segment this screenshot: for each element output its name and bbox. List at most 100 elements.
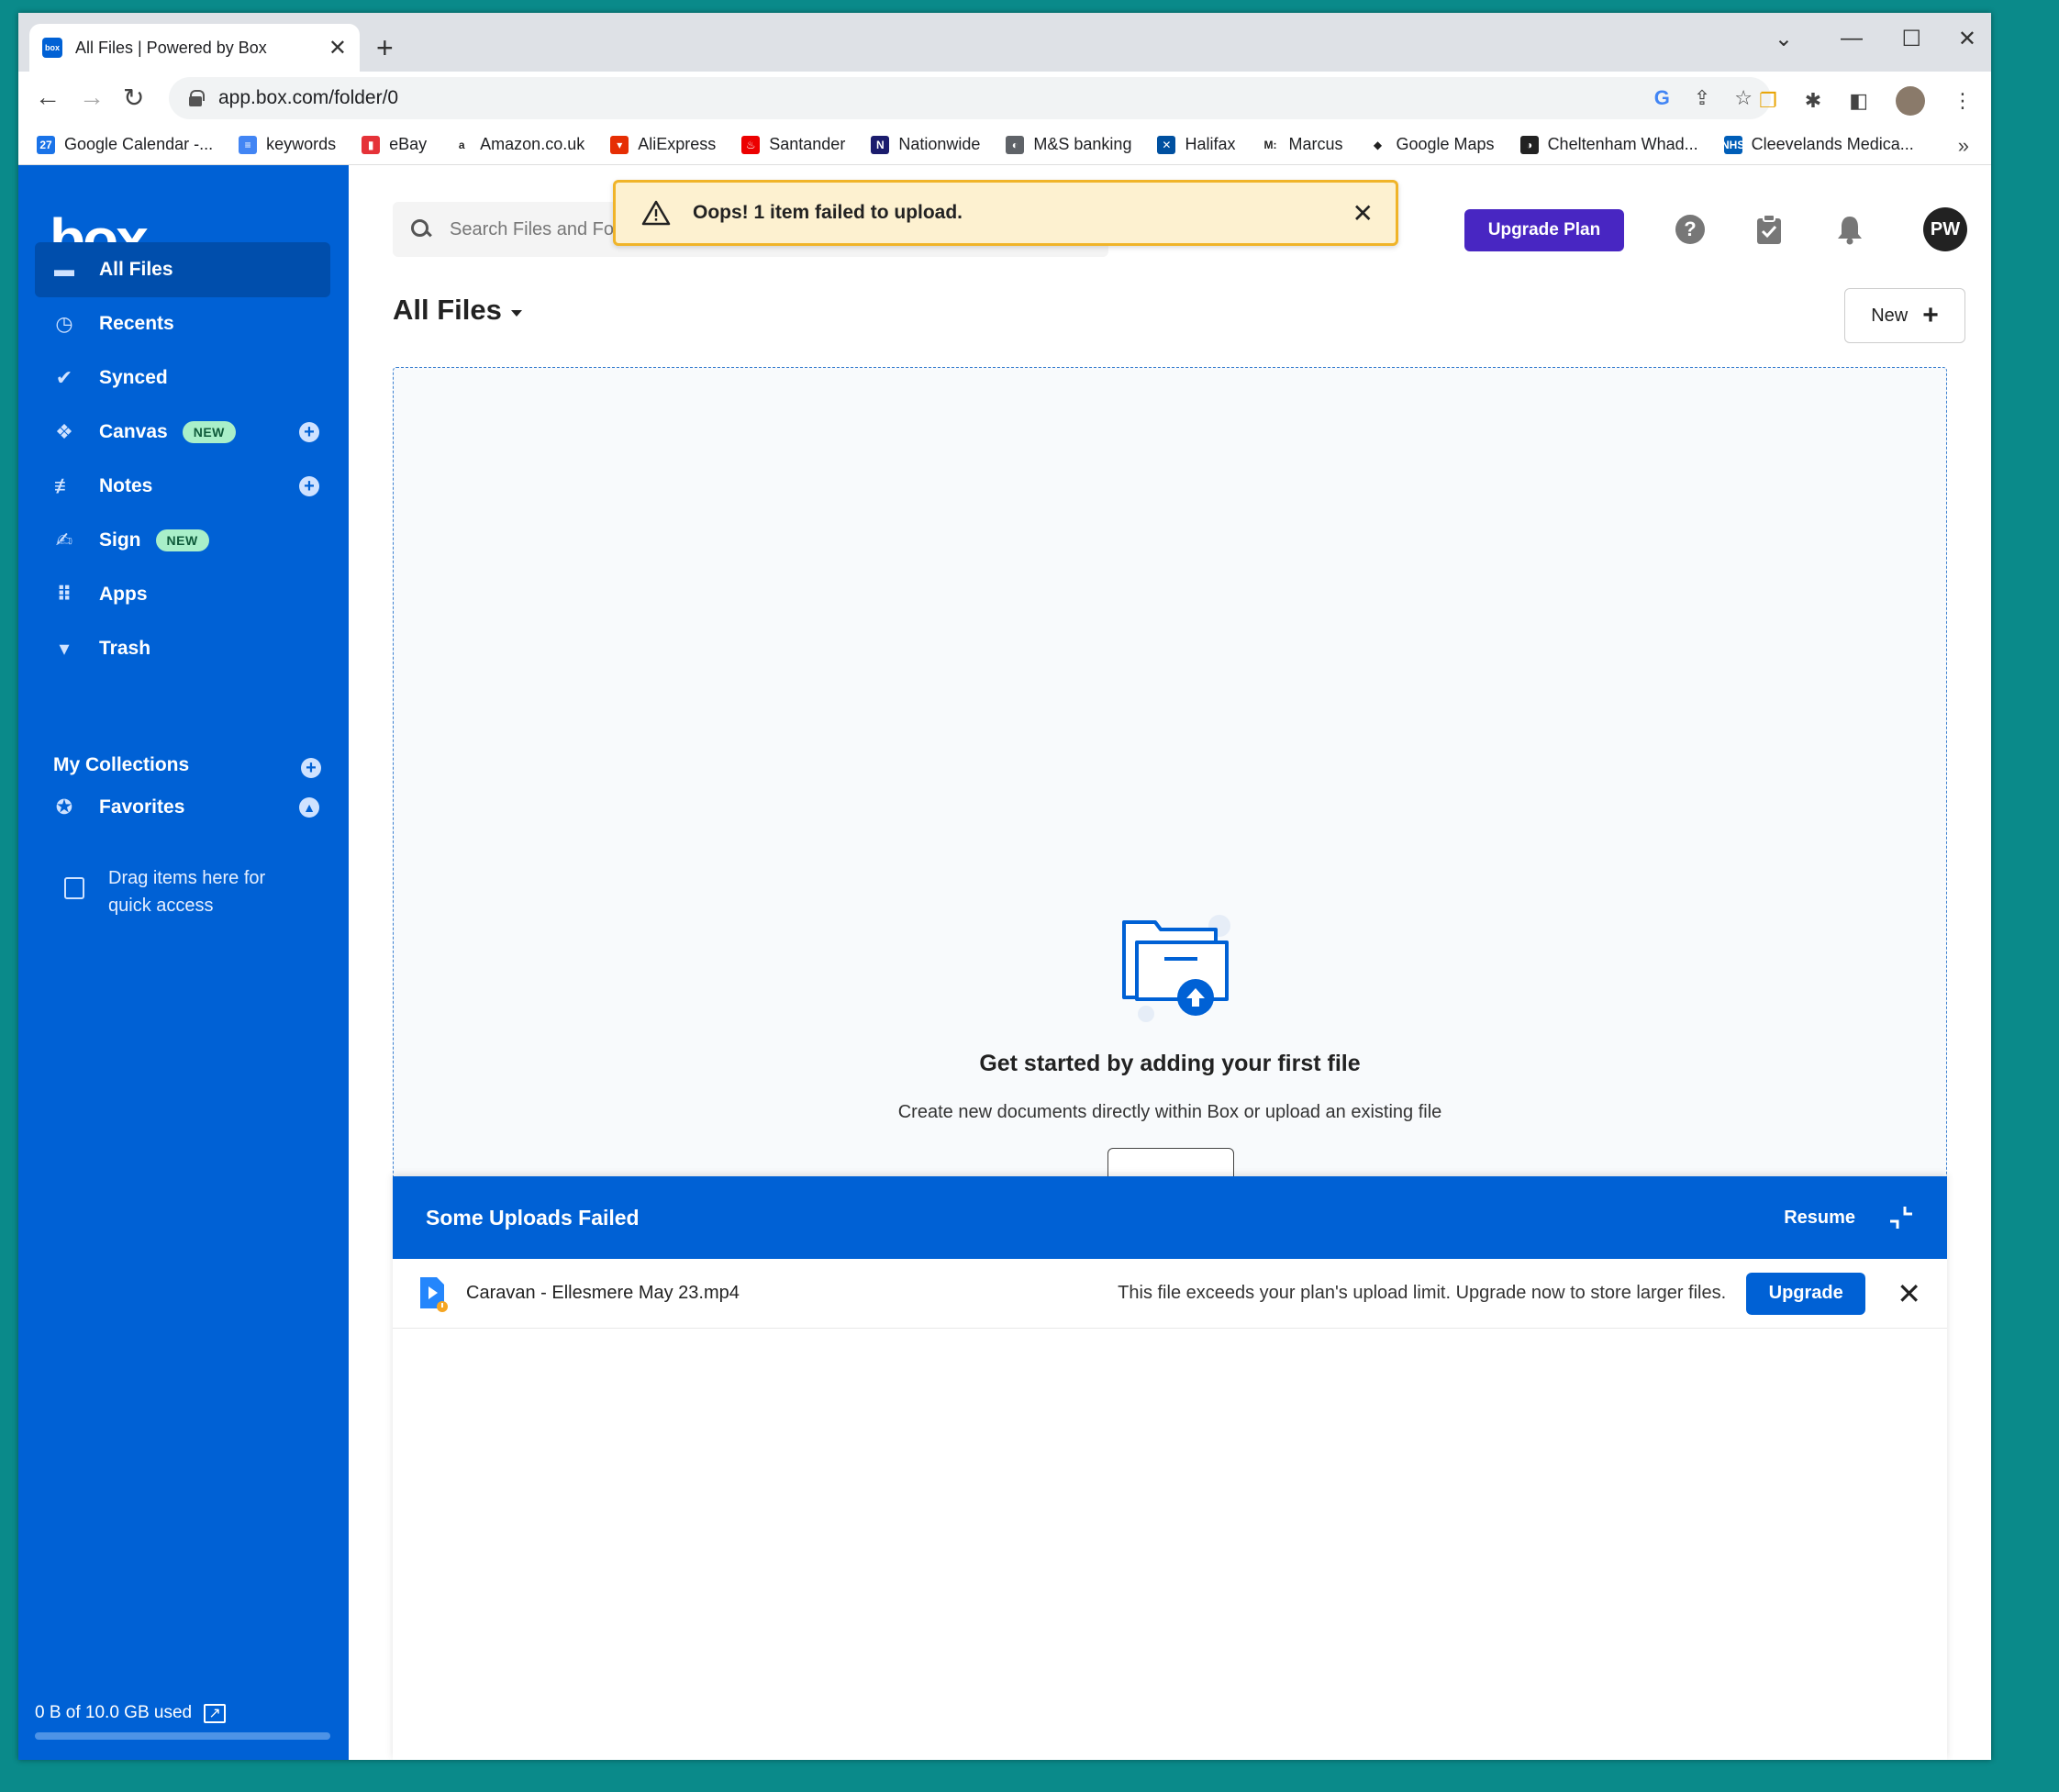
sidebar-item-label: Canvas bbox=[99, 421, 168, 442]
minimize-panel-icon[interactable] bbox=[1888, 1205, 1914, 1230]
profile-avatar[interactable] bbox=[1896, 86, 1925, 116]
add-canvas-icon[interactable]: + bbox=[299, 422, 319, 442]
collapse-chevron-icon[interactable]: ▲ bbox=[299, 797, 319, 818]
bookmark-label: Google Maps bbox=[1396, 135, 1495, 153]
sidebar-item-recents[interactable]: ◷ Recents bbox=[35, 296, 330, 351]
bookmark-item[interactable]: a Amazon.co.uk bbox=[452, 135, 584, 154]
reload-icon[interactable]: ↻ bbox=[123, 83, 144, 113]
user-avatar[interactable]: PW bbox=[1923, 207, 1967, 251]
sidebar-item-notes[interactable]: ≢ Notes + bbox=[35, 459, 330, 514]
sidebar-item-canvas[interactable]: ❖ Canvas NEW + bbox=[35, 405, 330, 460]
sidebar-item-apps[interactable]: ⠿ Apps bbox=[35, 567, 330, 622]
notes-icon: ≢ bbox=[54, 474, 74, 497]
nhs-icon: NHS bbox=[1721, 135, 1744, 154]
page-title-text: All Files bbox=[393, 294, 502, 326]
share-icon[interactable]: ⇪ bbox=[1694, 86, 1710, 110]
sidebar-item-label: Trash bbox=[99, 638, 151, 659]
side-panel-icon[interactable]: ◧ bbox=[1849, 89, 1868, 113]
upgrade-button[interactable]: Upgrade bbox=[1746, 1272, 1866, 1315]
bookmark-item[interactable]: 27 Google Calendar -... bbox=[37, 135, 213, 154]
address-bar[interactable]: app.box.com/folder/0 G ⇪ ☆ bbox=[169, 77, 1771, 119]
warning-icon bbox=[641, 200, 671, 226]
ebay-icon: ▮ bbox=[362, 135, 381, 154]
storage-usage[interactable]: 0 B of 10.0 GB used ↗ bbox=[35, 1703, 226, 1723]
sidebar-item-trash[interactable]: ▾ Trash bbox=[35, 621, 330, 676]
trash-icon: ▾ bbox=[59, 637, 70, 660]
maps-icon: ◆ bbox=[1368, 135, 1387, 154]
bookmark-item[interactable]: NHS Cleevelands Medica... bbox=[1721, 135, 1914, 154]
signature-icon: ✍ bbox=[55, 529, 73, 551]
upload-failed-toast: Oops! 1 item failed to upload. ✕ bbox=[613, 180, 1398, 246]
bookmark-item[interactable]: N Nationwide bbox=[871, 135, 980, 154]
file-error-message: This file exceeds your plan's upload lim… bbox=[1118, 1283, 1727, 1303]
bookmark-item[interactable]: ✕ Halifax bbox=[1157, 135, 1235, 154]
new-badge: NEW bbox=[155, 529, 209, 551]
bookmark-item[interactable]: ◐ M&S banking bbox=[1006, 135, 1131, 154]
bookmark-star-icon[interactable]: ☆ bbox=[1734, 86, 1753, 110]
amazon-icon: a bbox=[452, 135, 472, 154]
window-close-icon[interactable]: ✕ bbox=[1958, 26, 1976, 52]
back-arrow-icon[interactable]: ← bbox=[35, 83, 61, 112]
bookmark-label: Cleevelands Medica... bbox=[1751, 135, 1914, 153]
add-collection-icon[interactable]: + bbox=[301, 758, 321, 778]
drag-hint-text: Drag items here for quick access bbox=[108, 868, 266, 916]
minimize-icon[interactable]: — bbox=[1841, 26, 1863, 51]
toast-message: Oops! 1 item failed to upload. bbox=[693, 202, 963, 223]
notifications-bell-icon[interactable] bbox=[1833, 213, 1866, 246]
maximize-icon[interactable]: ☐ bbox=[1901, 26, 1921, 52]
extensions-puzzle-icon[interactable]: ✱ bbox=[1805, 89, 1821, 113]
sidebar-item-synced[interactable]: ✔ Synced bbox=[35, 351, 330, 406]
bookmark-item[interactable]: ≡ keywords bbox=[239, 135, 336, 154]
video-file-icon bbox=[418, 1275, 448, 1312]
new-button[interactable]: New + bbox=[1844, 288, 1965, 343]
add-notes-icon[interactable]: + bbox=[299, 476, 319, 496]
new-tab-icon[interactable]: + bbox=[376, 33, 394, 62]
browser-tab[interactable]: box All Files | Powered by Box ✕ bbox=[29, 24, 360, 72]
bookmark-label: Halifax bbox=[1185, 135, 1236, 153]
bookmark-item[interactable]: ♨ Santander bbox=[741, 135, 845, 154]
sidebar-item-favorites[interactable]: ✪ Favorites ▲ bbox=[35, 780, 330, 835]
sidebar-item-label: Recents bbox=[99, 313, 174, 334]
check-circle-icon: ✔ bbox=[55, 366, 73, 389]
my-collections-title[interactable]: My Collections bbox=[53, 754, 189, 776]
extension-copy-icon[interactable]: ❐ bbox=[1759, 89, 1777, 113]
tab-close-icon[interactable]: ✕ bbox=[328, 35, 347, 61]
aliexpress-icon: ▾ bbox=[610, 135, 629, 154]
cheltenham-icon: ◑ bbox=[1519, 135, 1539, 154]
help-icon[interactable]: ? bbox=[1674, 213, 1707, 246]
tasks-clipboard-icon[interactable] bbox=[1753, 213, 1786, 246]
apps-grid-icon: ⠿ bbox=[56, 583, 72, 606]
bookmarks-bar: 27 Google Calendar -... ≡ keywords ▮ eBay a Ama… bbox=[18, 125, 1991, 165]
forward-arrow-icon[interactable]: → bbox=[79, 83, 105, 112]
bookmark-label: Santander bbox=[769, 135, 846, 153]
resume-button[interactable]: Resume bbox=[1784, 1208, 1855, 1229]
bookmark-item[interactable]: ◆ Google Maps bbox=[1368, 135, 1495, 154]
toast-close-icon[interactable]: ✕ bbox=[1352, 198, 1374, 228]
tab-search-chevron-icon[interactable]: ⌄ bbox=[1775, 26, 1793, 52]
tab-strip: box All Files | Powered by Box ✕ + ⌄ — ☐… bbox=[18, 13, 1991, 72]
folder-upload-illustration-icon bbox=[1119, 915, 1238, 1025]
new-button-label: New bbox=[1871, 305, 1909, 326]
page-title[interactable]: All Files bbox=[393, 294, 522, 327]
upload-panel-header[interactable]: Some Uploads Failed Resume bbox=[393, 1176, 1947, 1259]
sidebar-item-label: Notes bbox=[99, 475, 153, 496]
browser-menu-icon[interactable]: ⋮ bbox=[1953, 89, 1973, 113]
bookmark-label: eBay bbox=[389, 135, 428, 153]
lock-icon bbox=[189, 90, 205, 106]
bookmark-label: Nationwide bbox=[898, 135, 981, 153]
upgrade-plan-button[interactable]: Upgrade Plan bbox=[1464, 209, 1624, 251]
bookmark-item[interactable]: ◑ Cheltenham Whad... bbox=[1519, 135, 1698, 154]
url-text: app.box.com/folder/0 bbox=[218, 87, 399, 108]
bookmark-item[interactable]: ▮ eBay bbox=[362, 135, 427, 154]
sidebar-item-all-files[interactable]: ▬ All Files bbox=[35, 242, 330, 297]
remove-upload-close-icon[interactable]: ✕ bbox=[1897, 1279, 1921, 1308]
halifax-icon: ✕ bbox=[1157, 135, 1176, 154]
canvas-icon: ❖ bbox=[55, 420, 73, 443]
bookmarks-overflow-icon[interactable]: » bbox=[1958, 134, 1969, 158]
google-icon[interactable]: G bbox=[1654, 86, 1670, 110]
drag-hint: Drag items here for quick access bbox=[64, 864, 292, 919]
bookmark-item[interactable]: M: Marcus bbox=[1261, 135, 1343, 154]
bookmark-item[interactable]: ▾ AliExpress bbox=[610, 135, 716, 154]
storage-text: 0 B of 10.0 GB used bbox=[35, 1703, 193, 1722]
sidebar-item-sign[interactable]: ✍ Sign NEW bbox=[35, 513, 330, 568]
